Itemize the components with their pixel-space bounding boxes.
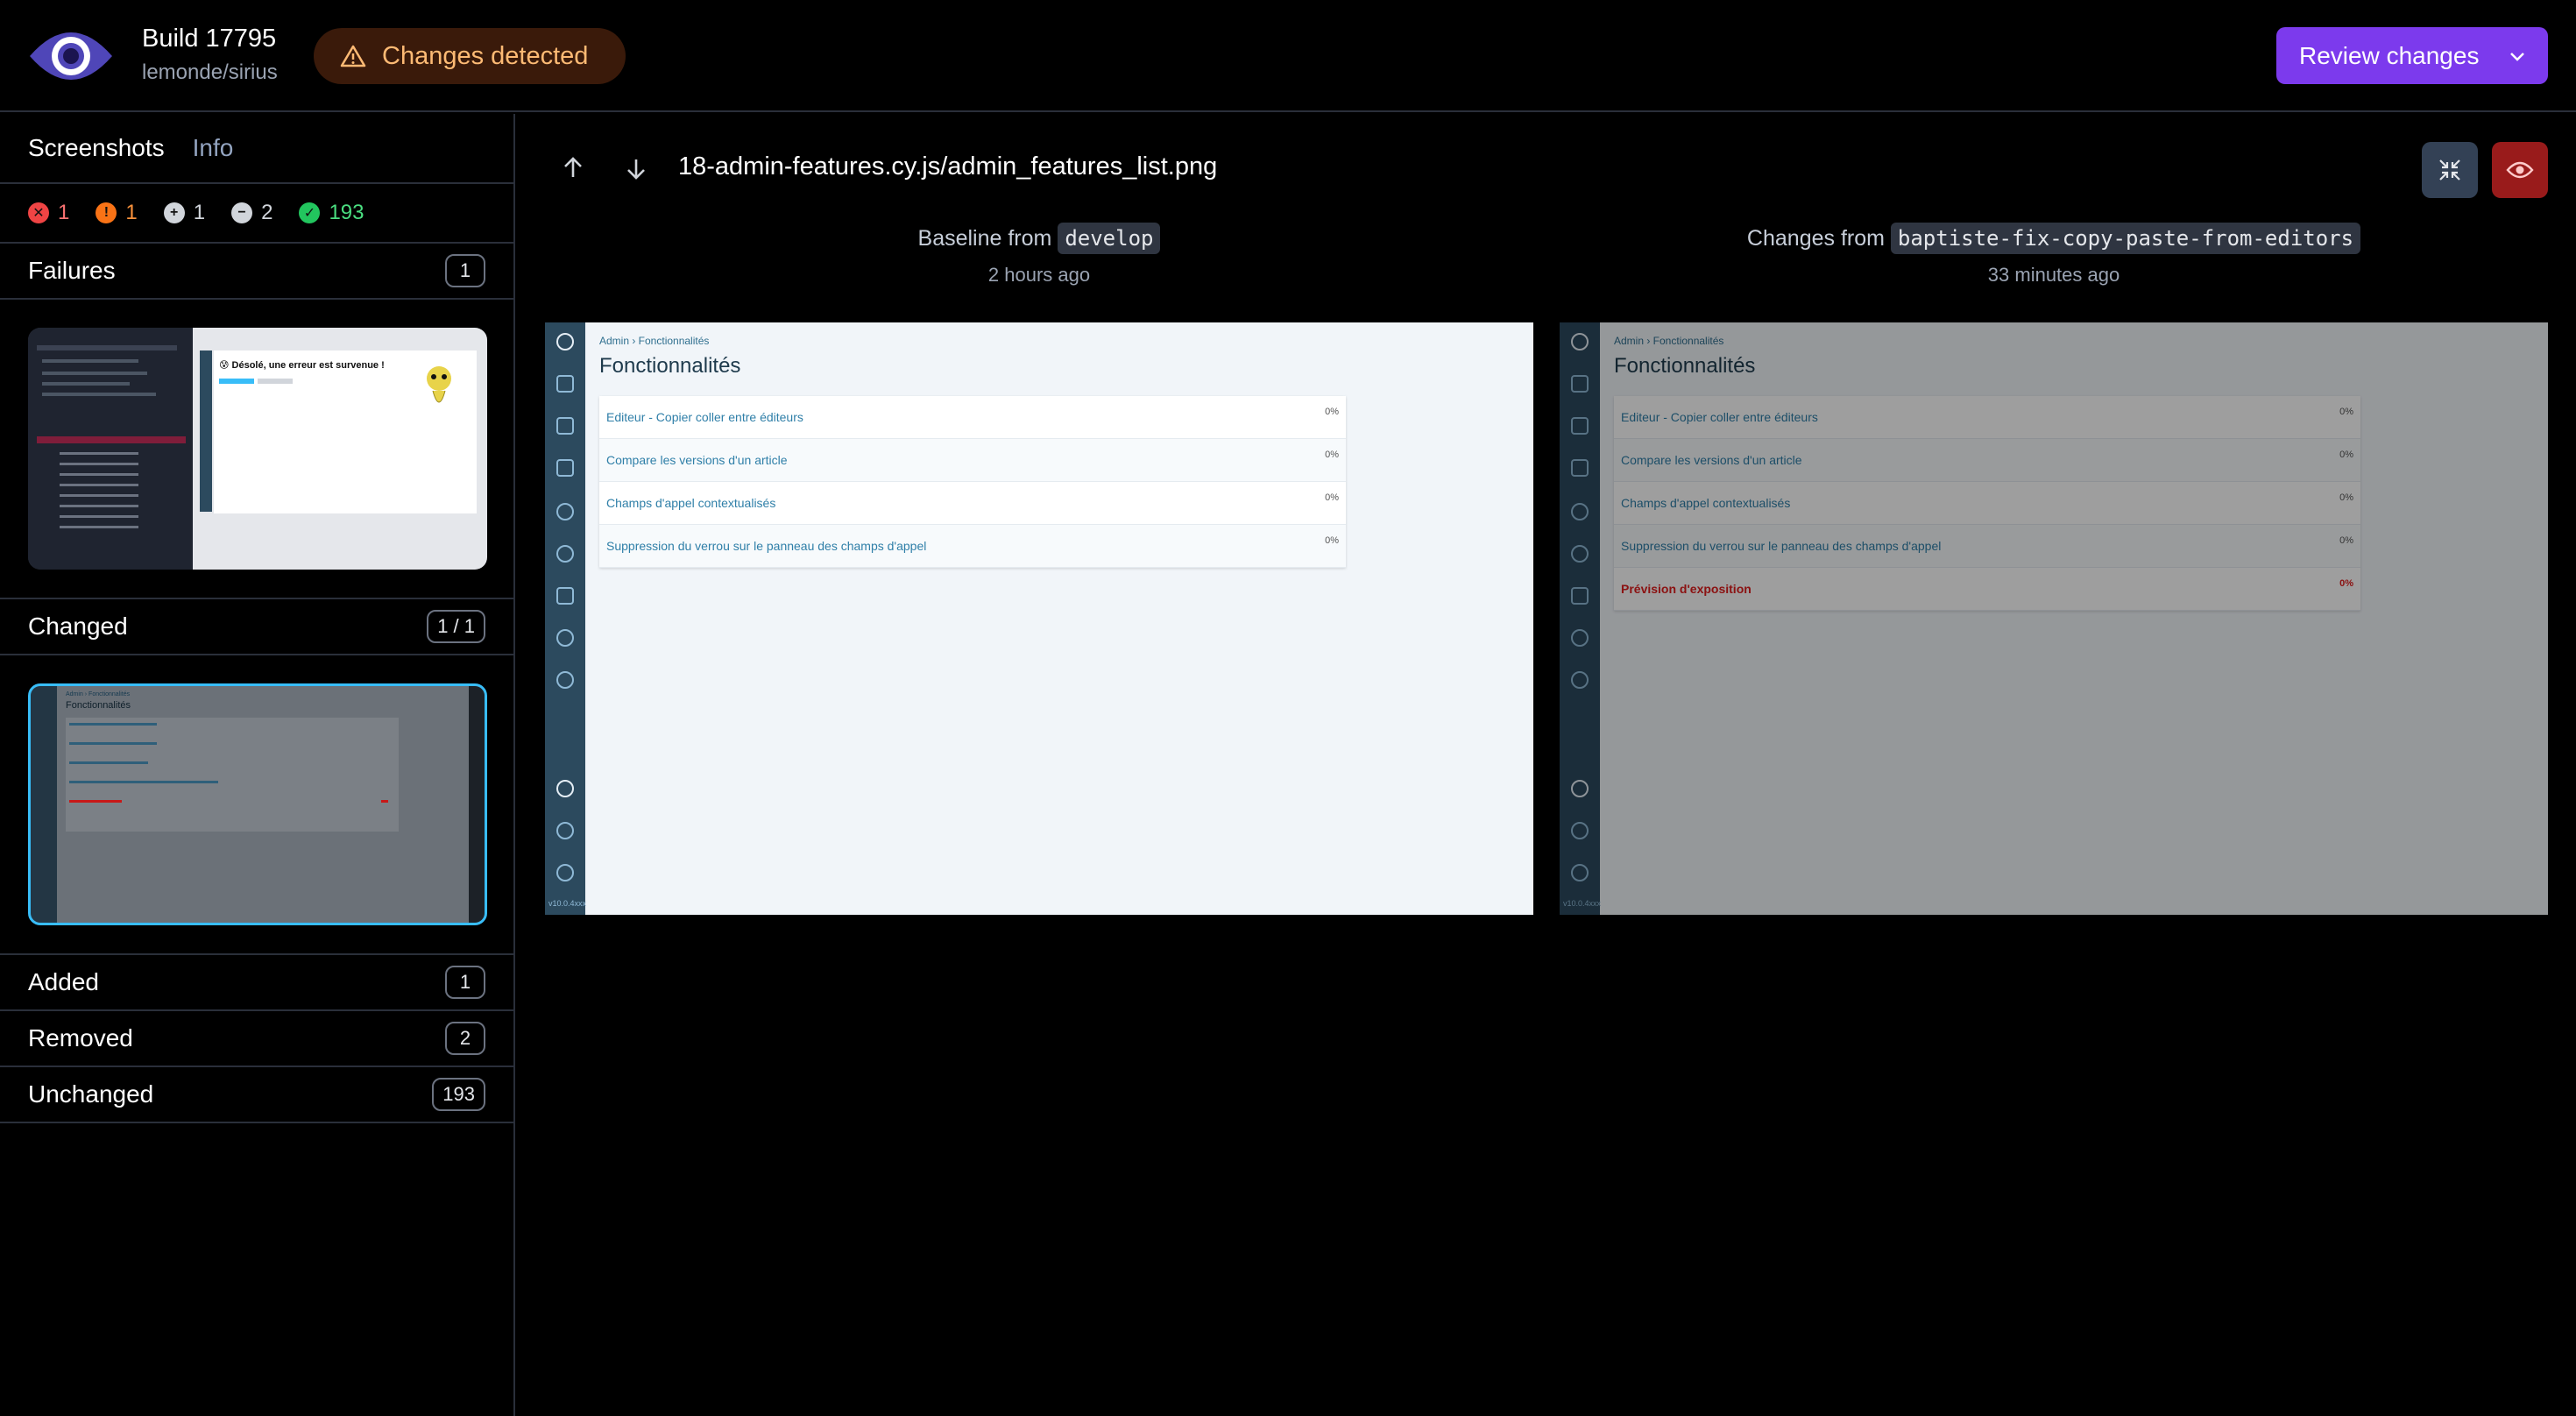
- list-item: Editeur - Copier coller entre éditeurs 0%: [1614, 396, 2360, 439]
- section-unchanged-count: 193: [432, 1078, 485, 1111]
- check-circle-icon: ✓: [299, 202, 321, 223]
- sidebar: Screenshots Info ✕ 1 ! 1 + 1 − 2 ✓ 193 F…: [0, 114, 515, 1416]
- changes-label: Changes from baptiste-fix-copy-paste-fro…: [1560, 223, 2548, 254]
- failure-screenshot-thumbnail[interactable]: 😰 Désolé, une erreur est survenue !: [28, 328, 487, 570]
- list-item: Editeur - Copier coller entre éditeurs 0%: [599, 396, 1346, 439]
- stat-changed[interactable]: ! 1: [96, 201, 138, 225]
- section-failures-label: Failures: [28, 257, 116, 284]
- section-unchanged-label: Unchanged: [28, 1080, 154, 1108]
- section-removed-label: Removed: [28, 1024, 133, 1051]
- toggle-diff-overlay-button[interactable]: [2492, 142, 2548, 198]
- section-failures-count: 1: [445, 254, 485, 287]
- changes-branch[interactable]: baptiste-fix-copy-paste-from-editors: [1890, 223, 2361, 254]
- changed-screenshot-thumbnail[interactable]: Admin › Fonctionnalités Fonctionnalités: [28, 683, 487, 925]
- breadcrumb: Admin › Fonctionnalités: [599, 335, 710, 347]
- baseline-screenshot[interactable]: v10.0.4xxx Admin › Fonctionnalités Fonct…: [545, 322, 1533, 915]
- arrow-down-icon[interactable]: [622, 154, 650, 182]
- page-title: Fonctionnalités: [1614, 354, 1756, 378]
- changes-header: Changes from baptiste-fix-copy-paste-fro…: [1560, 223, 2548, 287]
- section-unchanged-header[interactable]: Unchanged 193: [0, 1067, 513, 1123]
- app-nav-rail: v10.0.4xxx: [545, 322, 586, 915]
- tab-screenshots[interactable]: Screenshots: [28, 134, 165, 162]
- error-message: 😰 Désolé, une erreur est survenue !: [219, 360, 385, 371]
- eye-icon: [2506, 161, 2534, 179]
- list-item: Suppression du verrou sur le panneau des…: [599, 525, 1346, 568]
- section-changed-label: Changed: [28, 612, 128, 640]
- baseline-label: Baseline from develop: [545, 223, 1533, 254]
- section-removed-header[interactable]: Removed 2: [0, 1011, 513, 1067]
- tab-info[interactable]: Info: [193, 134, 234, 162]
- baseline-branch[interactable]: develop: [1058, 223, 1161, 254]
- section-changed-count: 1 / 1: [427, 610, 485, 643]
- stats-bar: ✕ 1 ! 1 + 1 − 2 ✓ 193: [0, 184, 513, 244]
- screenshot-toolbar: 18-admin-features.cy.js/admin_features_l…: [517, 114, 2576, 228]
- feature-list: Editeur - Copier coller entre éditeurs 0%…: [1614, 396, 2360, 611]
- fit-view-button[interactable]: [2422, 142, 2478, 198]
- list-item: Champs d'appel contextualisés 0%: [599, 482, 1346, 525]
- changes-screenshot[interactable]: v10.0.4xxx Admin › Fonctionnalités Fonct…: [1560, 322, 2548, 915]
- argos-eye-logo[interactable]: [28, 26, 114, 86]
- list-item: Champs d'appel contextualisés 0%: [1614, 482, 2360, 525]
- warning-icon: [340, 45, 366, 67]
- baseline-header: Baseline from develop 2 hours ago: [545, 223, 1533, 287]
- section-changed-header[interactable]: Changed 1 / 1: [0, 599, 513, 655]
- app-nav-rail: v10.0.4xxx: [1560, 322, 1601, 915]
- baseline-time: 2 hours ago: [987, 264, 1091, 286]
- changed-thumb-wrap: Admin › Fonctionnalités Fonctionnalités: [0, 655, 513, 955]
- build-title: Build 17795: [142, 25, 277, 53]
- section-added-count: 1: [445, 966, 485, 999]
- exclamation-circle-icon: !: [96, 202, 117, 223]
- x-circle-icon: ✕: [28, 202, 49, 223]
- section-added-label: Added: [28, 968, 99, 995]
- status-badge-label: Changes detected: [382, 41, 589, 70]
- status-badge: Changes detected: [314, 28, 626, 84]
- section-failures-header[interactable]: Failures 1: [0, 244, 513, 300]
- chevron-down-icon: [2510, 53, 2524, 61]
- feature-list: Editeur - Copier coller entre éditeurs 0%…: [599, 396, 1346, 568]
- section-removed-count: 2: [445, 1022, 485, 1055]
- mascot-illustration: [427, 366, 451, 403]
- breadcrumb: Admin › Fonctionnalités: [1614, 335, 1724, 347]
- added-list-item: Prévision d'exposition 0%: [1614, 568, 2360, 611]
- app-header: Build 17795 lemonde/sirius Changes detec…: [0, 0, 2576, 112]
- list-item: Compare les versions d'un article 0%: [599, 439, 1346, 482]
- build-info: Build 17795 lemonde/sirius: [142, 25, 278, 85]
- main-panel: 18-admin-features.cy.js/admin_features_l…: [517, 114, 2576, 1416]
- screenshot-filename: 18-admin-features.cy.js/admin_features_l…: [678, 152, 1218, 181]
- stat-removed[interactable]: − 2: [231, 201, 272, 225]
- page-title: Fonctionnalités: [599, 354, 741, 378]
- plus-circle-icon: +: [163, 202, 185, 223]
- minus-circle-icon: −: [231, 202, 253, 223]
- review-changes-label: Review changes: [2299, 41, 2480, 69]
- changes-time: 33 minutes ago: [1987, 264, 2120, 286]
- review-changes-button[interactable]: Review changes: [2276, 27, 2548, 84]
- sidebar-tabs: Screenshots Info: [0, 114, 513, 184]
- stat-added[interactable]: + 1: [163, 201, 205, 225]
- failures-thumb-wrap: 😰 Désolé, une erreur est survenue !: [0, 300, 513, 599]
- stat-failures[interactable]: ✕ 1: [28, 201, 69, 225]
- list-item: Suppression du verrou sur le panneau des…: [1614, 525, 2360, 568]
- stat-unchanged[interactable]: ✓ 193: [299, 201, 364, 225]
- repository-name[interactable]: lemonde/sirius: [142, 60, 278, 85]
- arrow-up-icon[interactable]: [559, 154, 587, 182]
- list-item: Compare les versions d'un article 0%: [1614, 439, 2360, 482]
- shrink-arrows-icon: [2439, 159, 2460, 181]
- section-added-header[interactable]: Added 1: [0, 955, 513, 1011]
